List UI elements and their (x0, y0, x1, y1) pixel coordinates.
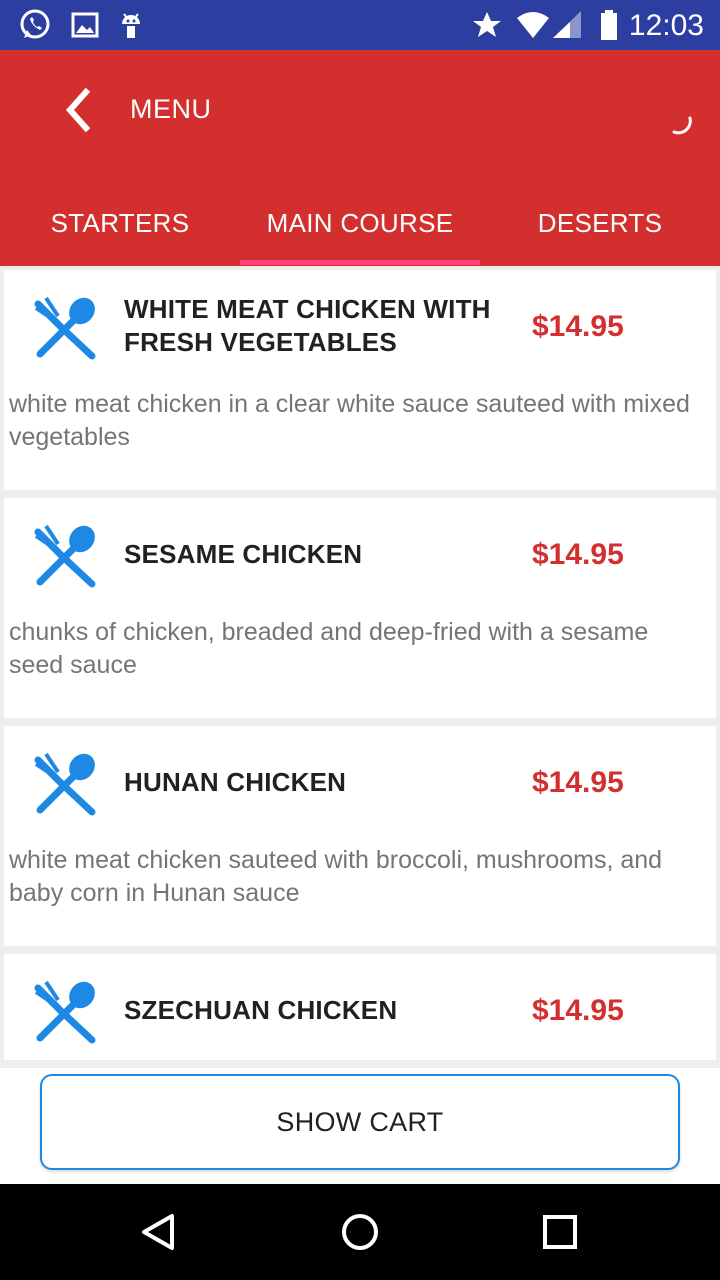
back-arrow-icon[interactable] (56, 86, 104, 134)
image-icon (71, 12, 99, 38)
tab-deserts[interactable]: DESERTS (480, 180, 720, 266)
dish-description: white meat chicken sauteed with broccoli… (9, 846, 663, 907)
dish-name: HUNAN CHICKEN (124, 767, 347, 797)
whatsapp-icon (20, 9, 50, 39)
fork-spoon-icon (34, 524, 96, 588)
dish-card[interactable]: SESAME CHICKEN $14.95 chunks of chicken,… (4, 498, 716, 718)
dish-name: SZECHUAN CHICKEN (124, 995, 398, 1025)
wifi-icon (517, 12, 549, 38)
star-icon (473, 12, 501, 37)
loading-spinner-icon (672, 116, 692, 135)
dish-list[interactable]: WHITE MEAT CHICKEN WITH FRESH VEGETABLES… (0, 266, 720, 1066)
dish-price: $14.95 (532, 310, 624, 343)
dish-card[interactable]: SZECHUAN CHICKEN $14.95 (4, 954, 716, 1060)
nav-home-icon[interactable] (336, 1208, 384, 1256)
page-title: MENU (130, 94, 212, 124)
tab-starters[interactable]: STARTERS (0, 180, 240, 266)
fork-spoon-icon (34, 296, 96, 360)
dish-price: $14.95 (532, 538, 624, 571)
status-time: 12:03 (628, 9, 704, 42)
status-bar: 12:03 (0, 0, 720, 50)
nav-back-icon[interactable] (136, 1208, 184, 1256)
tab-indicator (240, 260, 480, 265)
dish-description: white meat chicken in a clear white sauc… (9, 390, 690, 451)
tab-bar: STARTERS MAIN COURSE DESERTS (0, 180, 720, 266)
dish-card[interactable]: HUNAN CHICKEN $14.95 white meat chicken … (4, 726, 716, 946)
fork-spoon-icon (34, 980, 96, 1044)
dish-price: $14.95 (532, 766, 624, 799)
system-nav-bar (0, 1184, 720, 1280)
dish-price: $14.95 (532, 994, 624, 1027)
dish-name: SESAME CHICKEN (124, 539, 363, 569)
tab-main-course[interactable]: MAIN COURSE (240, 180, 480, 266)
show-cart-button[interactable]: SHOW CART (40, 1074, 680, 1170)
cart-bar: SHOW CART (0, 1068, 720, 1184)
dish-card[interactable]: WHITE MEAT CHICKEN WITH FRESH VEGETABLES… (4, 270, 716, 490)
app-bar: MENU STARTERS MAIN COURSE DESERTS (0, 50, 720, 266)
nav-recents-icon[interactable] (536, 1208, 584, 1256)
android-icon (122, 13, 140, 38)
fork-spoon-icon (34, 752, 96, 816)
dish-description: chunks of chicken, breaded and deep-frie… (9, 618, 649, 679)
dish-name: WHITE MEAT CHICKEN WITH FRESH VEGETABLES (124, 294, 491, 357)
cell-signal-icon (553, 11, 581, 38)
battery-icon (601, 10, 617, 40)
